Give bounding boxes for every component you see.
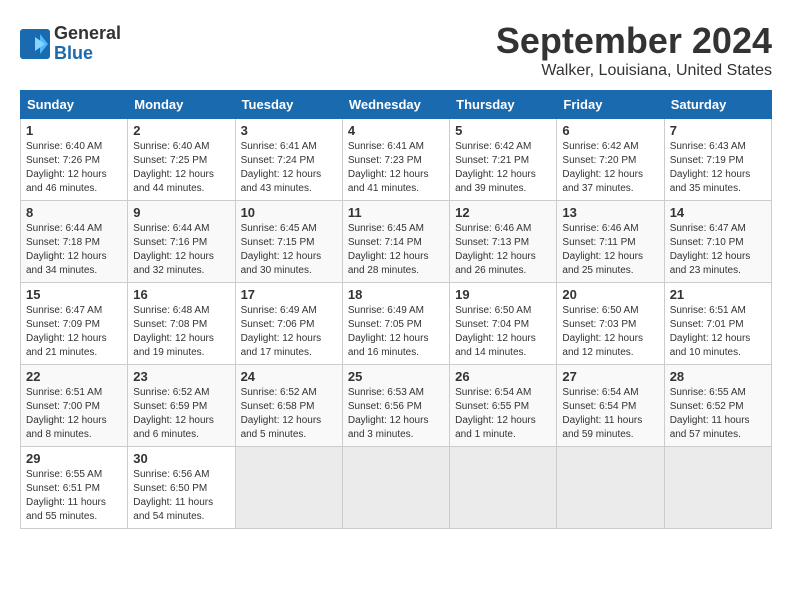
table-row: 7Sunrise: 6:43 AMSunset: 7:19 PMDaylight… [664,119,771,201]
table-row [450,447,557,529]
table-row: 26Sunrise: 6:54 AMSunset: 6:55 PMDayligh… [450,365,557,447]
table-row: 12Sunrise: 6:46 AMSunset: 7:13 PMDayligh… [450,201,557,283]
table-row [342,447,449,529]
table-row [235,447,342,529]
table-row: 15Sunrise: 6:47 AMSunset: 7:09 PMDayligh… [21,283,128,365]
logo: General Blue [20,24,121,64]
table-row: 13Sunrise: 6:46 AMSunset: 7:11 PMDayligh… [557,201,664,283]
table-row: 8Sunrise: 6:44 AMSunset: 7:18 PMDaylight… [21,201,128,283]
table-row: 11Sunrise: 6:45 AMSunset: 7:14 PMDayligh… [342,201,449,283]
table-row: 29Sunrise: 6:55 AMSunset: 6:51 PMDayligh… [21,447,128,529]
calendar-row: 29Sunrise: 6:55 AMSunset: 6:51 PMDayligh… [21,447,772,529]
table-row: 19Sunrise: 6:50 AMSunset: 7:04 PMDayligh… [450,283,557,365]
col-wednesday: Wednesday [342,91,449,119]
table-row [664,447,771,529]
page-header: General Blue September 2024 Walker, Loui… [20,20,772,80]
logo-line1: General [54,24,121,44]
calendar-row: 15Sunrise: 6:47 AMSunset: 7:09 PMDayligh… [21,283,772,365]
table-row: 1Sunrise: 6:40 AMSunset: 7:26 PMDaylight… [21,119,128,201]
table-row: 18Sunrise: 6:49 AMSunset: 7:05 PMDayligh… [342,283,449,365]
col-sunday: Sunday [21,91,128,119]
location-title: Walker, Louisiana, United States [496,62,772,80]
calendar-row: 22Sunrise: 6:51 AMSunset: 7:00 PMDayligh… [21,365,772,447]
table-row [557,447,664,529]
table-row: 17Sunrise: 6:49 AMSunset: 7:06 PMDayligh… [235,283,342,365]
table-row: 24Sunrise: 6:52 AMSunset: 6:58 PMDayligh… [235,365,342,447]
col-friday: Friday [557,91,664,119]
table-row: 20Sunrise: 6:50 AMSunset: 7:03 PMDayligh… [557,283,664,365]
table-row: 21Sunrise: 6:51 AMSunset: 7:01 PMDayligh… [664,283,771,365]
table-row: 23Sunrise: 6:52 AMSunset: 6:59 PMDayligh… [128,365,235,447]
header-row: Sunday Monday Tuesday Wednesday Thursday… [21,91,772,119]
col-tuesday: Tuesday [235,91,342,119]
col-thursday: Thursday [450,91,557,119]
table-row: 10Sunrise: 6:45 AMSunset: 7:15 PMDayligh… [235,201,342,283]
table-row: 6Sunrise: 6:42 AMSunset: 7:20 PMDaylight… [557,119,664,201]
table-row: 14Sunrise: 6:47 AMSunset: 7:10 PMDayligh… [664,201,771,283]
logo-line2: Blue [54,44,121,64]
calendar-row: 1Sunrise: 6:40 AMSunset: 7:26 PMDaylight… [21,119,772,201]
table-row: 4Sunrise: 6:41 AMSunset: 7:23 PMDaylight… [342,119,449,201]
table-row: 3Sunrise: 6:41 AMSunset: 7:24 PMDaylight… [235,119,342,201]
table-row: 9Sunrise: 6:44 AMSunset: 7:16 PMDaylight… [128,201,235,283]
table-row: 27Sunrise: 6:54 AMSunset: 6:54 PMDayligh… [557,365,664,447]
month-title: September 2024 [496,20,772,62]
table-row: 2Sunrise: 6:40 AMSunset: 7:25 PMDaylight… [128,119,235,201]
calendar-table: Sunday Monday Tuesday Wednesday Thursday… [20,90,772,529]
table-row: 28Sunrise: 6:55 AMSunset: 6:52 PMDayligh… [664,365,771,447]
table-row: 22Sunrise: 6:51 AMSunset: 7:00 PMDayligh… [21,365,128,447]
calendar-row: 8Sunrise: 6:44 AMSunset: 7:18 PMDaylight… [21,201,772,283]
table-row: 25Sunrise: 6:53 AMSunset: 6:56 PMDayligh… [342,365,449,447]
table-row: 30Sunrise: 6:56 AMSunset: 6:50 PMDayligh… [128,447,235,529]
table-row: 16Sunrise: 6:48 AMSunset: 7:08 PMDayligh… [128,283,235,365]
table-row: 5Sunrise: 6:42 AMSunset: 7:21 PMDaylight… [450,119,557,201]
col-saturday: Saturday [664,91,771,119]
title-area: September 2024 Walker, Louisiana, United… [496,20,772,80]
col-monday: Monday [128,91,235,119]
